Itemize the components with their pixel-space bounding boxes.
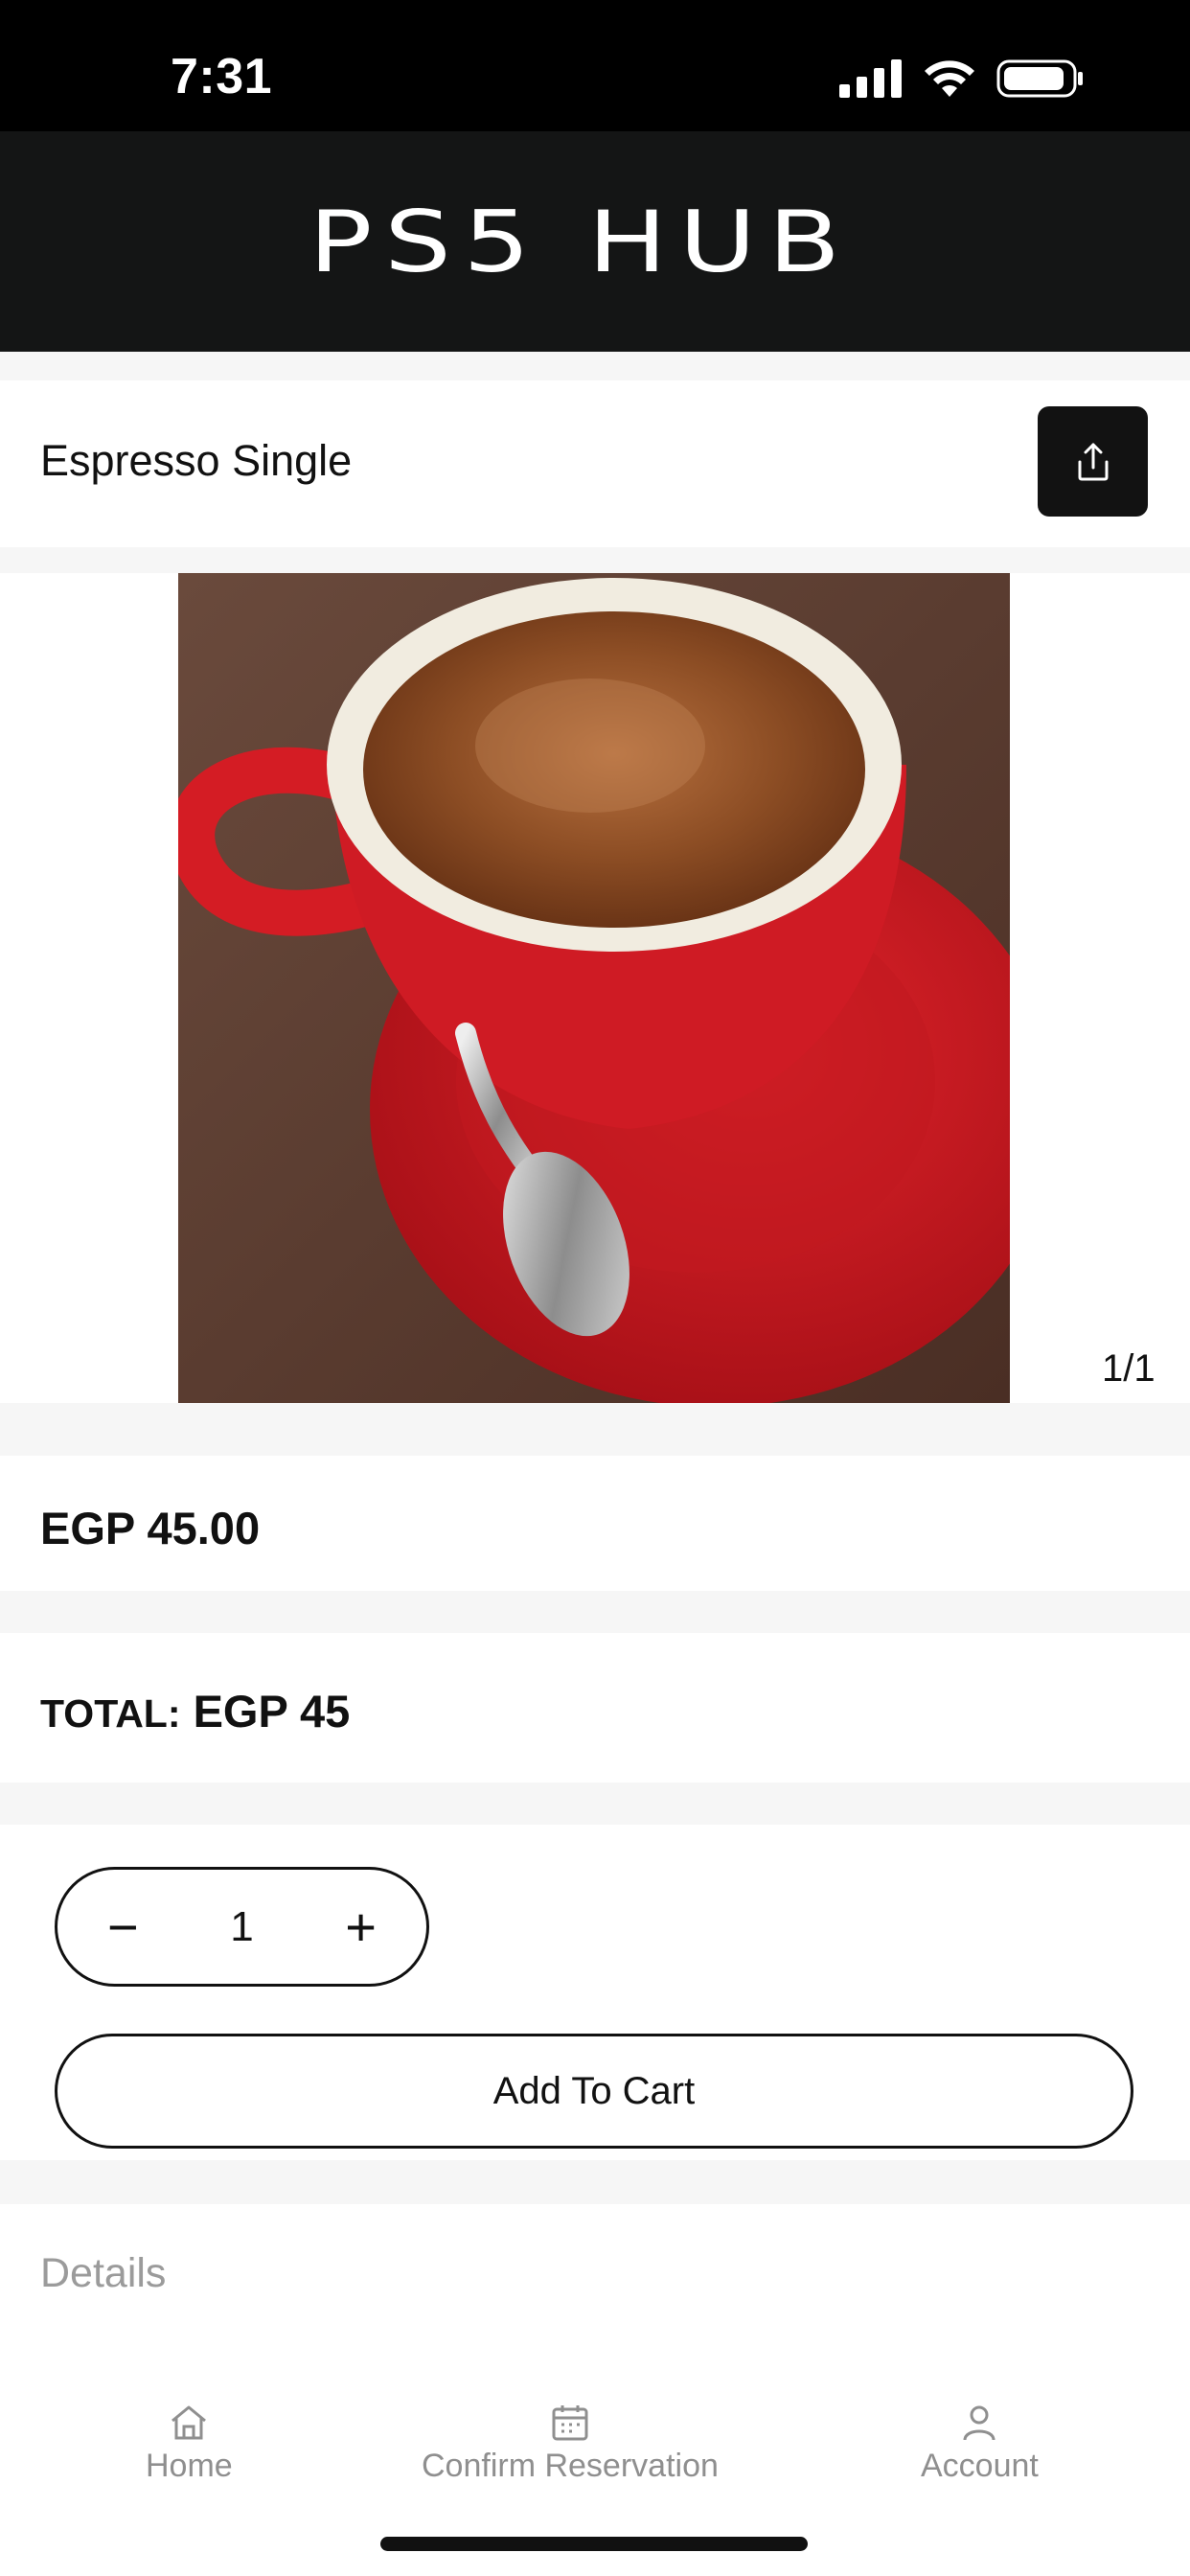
- status-bar: 7:31: [0, 0, 1190, 131]
- total-value: EGP 45: [193, 1686, 351, 1736]
- product-image-area: 1/1: [0, 573, 1190, 1403]
- total-label: TOTAL:: [40, 1691, 181, 1736]
- image-counter: 1/1: [1102, 1347, 1156, 1390]
- status-time: 7:31: [171, 49, 273, 104]
- details-heading[interactable]: Details: [40, 2250, 166, 2297]
- app-header: PS5 HUB: [0, 131, 1190, 352]
- nav-item-confirm-reservation[interactable]: Confirm Reservation: [422, 2404, 719, 2485]
- add-to-cart-button[interactable]: Add To Cart: [55, 2034, 1133, 2149]
- total-row: TOTAL: EGP 45: [0, 1633, 1190, 1782]
- nav-label-home: Home: [146, 2448, 233, 2484]
- wifi-icon: [925, 60, 974, 97]
- product-price: EGP 45.00: [40, 1503, 261, 1553]
- bottom-nav: Home Confirm Reservation Account: [0, 2386, 1190, 2501]
- battery-icon: [996, 59, 1083, 98]
- product-image[interactable]: [178, 573, 1010, 1403]
- user-icon: [963, 2405, 995, 2441]
- product-title: Espresso Single: [40, 436, 353, 485]
- nav-item-account[interactable]: Account: [921, 2404, 1039, 2485]
- calendar-icon: [552, 2405, 588, 2441]
- nav-label-account: Account: [921, 2448, 1039, 2484]
- price-row: EGP 45.00: [0, 1456, 1190, 1591]
- cart-section: − 1 + Add To Cart: [0, 1825, 1190, 2160]
- home-icon: [172, 2405, 207, 2440]
- share-icon: [1078, 443, 1108, 480]
- quantity-stepper: − 1 +: [55, 1867, 429, 1987]
- signal-icon: [839, 59, 902, 98]
- share-button[interactable]: [1038, 406, 1148, 517]
- decrease-quantity-button[interactable]: −: [107, 1899, 139, 1954]
- nav-label-confirm-reservation: Confirm Reservation: [422, 2448, 719, 2484]
- nav-item-home[interactable]: Home: [146, 2404, 233, 2485]
- increase-quantity-button[interactable]: +: [345, 1899, 377, 1954]
- brand-logo: PS5 HUB: [309, 192, 853, 291]
- product-title-row: Espresso Single: [0, 380, 1190, 547]
- home-indicator: [380, 2537, 808, 2551]
- total-display: TOTAL: EGP 45: [40, 1685, 350, 1737]
- status-icons: [839, 56, 1085, 102]
- quantity-value: 1: [230, 1902, 254, 1950]
